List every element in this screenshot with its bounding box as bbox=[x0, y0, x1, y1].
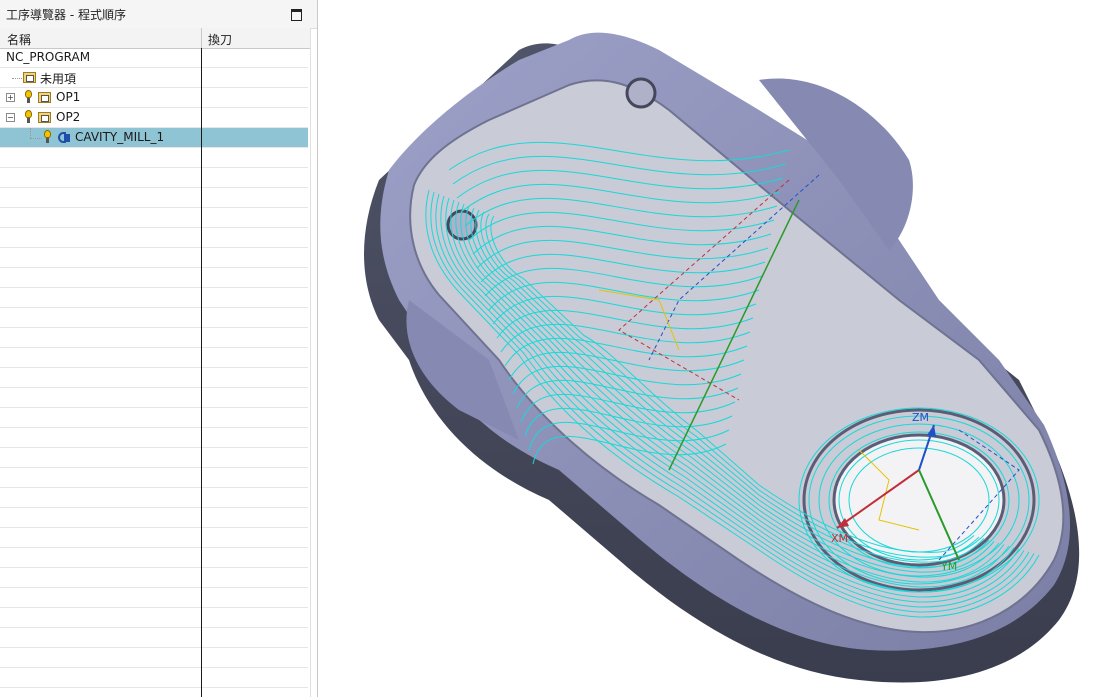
empty-tree-row bbox=[0, 608, 308, 628]
operation-navigator: 工序導覽器 - 程式順序 名稱 換刀 NC_PROGRAM 未用項 + OP1 … bbox=[0, 0, 318, 697]
tree-row-cavity-mill[interactable]: CAVITY_MILL_1 bbox=[0, 128, 308, 148]
graphics-viewport[interactable]: ZM XM YM bbox=[319, 0, 1096, 697]
column-header-name[interactable]: 名稱 bbox=[7, 31, 31, 48]
empty-tree-row bbox=[0, 228, 308, 248]
empty-tree-row bbox=[0, 508, 308, 528]
empty-tree-row bbox=[0, 148, 308, 168]
empty-tree-row bbox=[0, 428, 308, 448]
tree-connector bbox=[12, 78, 22, 79]
empty-tree-row bbox=[0, 208, 308, 228]
round-pocket-inner bbox=[832, 433, 1006, 567]
empty-tree-row bbox=[0, 488, 308, 508]
tree-row-unused[interactable]: 未用項 bbox=[0, 68, 308, 88]
empty-tree-row bbox=[0, 408, 308, 428]
empty-tree-row bbox=[0, 248, 308, 268]
tree-label: CAVITY_MILL_1 bbox=[75, 130, 165, 144]
tree-row-op1[interactable]: + OP1 bbox=[0, 88, 308, 108]
empty-tree-row bbox=[0, 288, 308, 308]
navigator-title: 工序導覽器 - 程式順序 bbox=[6, 8, 126, 22]
tree-label: OP2 bbox=[56, 110, 81, 124]
axis-label-z: ZM bbox=[912, 411, 929, 424]
tree-label: 未用項 bbox=[40, 72, 77, 86]
program-group-folder-icon bbox=[23, 72, 36, 83]
empty-tree-row bbox=[0, 268, 308, 288]
boss-hole-top bbox=[625, 77, 657, 109]
column-divider[interactable] bbox=[201, 28, 202, 48]
maximize-icon[interactable] bbox=[291, 9, 302, 21]
empty-tree-row bbox=[0, 328, 308, 348]
column-header-tool-change[interactable]: 換刀 bbox=[208, 31, 232, 48]
tree-connector bbox=[30, 138, 42, 139]
part-model-view[interactable]: ZM XM YM bbox=[319, 0, 1096, 697]
empty-tree-row bbox=[0, 668, 308, 688]
axis-label-y: YM bbox=[940, 560, 957, 573]
empty-tree-row bbox=[0, 368, 308, 388]
tree-connector bbox=[30, 128, 31, 138]
empty-tree-row bbox=[0, 648, 308, 668]
tree-edge bbox=[310, 28, 311, 697]
collapse-minus-icon[interactable]: − bbox=[6, 113, 15, 122]
expand-plus-icon[interactable]: + bbox=[6, 93, 15, 102]
axis-label-x: XM bbox=[831, 532, 848, 545]
empty-tree-row bbox=[0, 468, 308, 488]
navigator-title-bar: 工序導覽器 - 程式順序 bbox=[0, 0, 317, 29]
empty-tree-row bbox=[0, 528, 308, 548]
tree-label: NC_PROGRAM bbox=[6, 50, 91, 64]
empty-tree-row bbox=[0, 448, 308, 468]
empty-tree-row bbox=[0, 168, 308, 188]
empty-tree-row bbox=[0, 188, 308, 208]
empty-tree-row bbox=[0, 348, 308, 368]
empty-tree-row bbox=[0, 628, 308, 648]
status-bulb-icon bbox=[25, 90, 32, 104]
empty-tree-row bbox=[0, 568, 308, 588]
tree-label: OP1 bbox=[56, 90, 81, 104]
empty-tree-row bbox=[0, 388, 308, 408]
empty-tree-row bbox=[0, 588, 308, 608]
empty-tree-row bbox=[0, 548, 308, 568]
tree-row-op2[interactable]: − OP2 bbox=[0, 108, 308, 128]
cavity-mill-icon bbox=[57, 131, 71, 144]
column-divider-line bbox=[201, 48, 202, 697]
program-group-folder-icon bbox=[38, 92, 51, 103]
program-group-folder-icon bbox=[38, 112, 51, 123]
status-bulb-icon bbox=[44, 130, 51, 144]
status-bulb-icon bbox=[25, 110, 32, 124]
empty-tree-row bbox=[0, 308, 308, 328]
column-header: 名稱 換刀 bbox=[0, 28, 310, 49]
tree-row-nc-program[interactable]: NC_PROGRAM bbox=[0, 48, 308, 68]
